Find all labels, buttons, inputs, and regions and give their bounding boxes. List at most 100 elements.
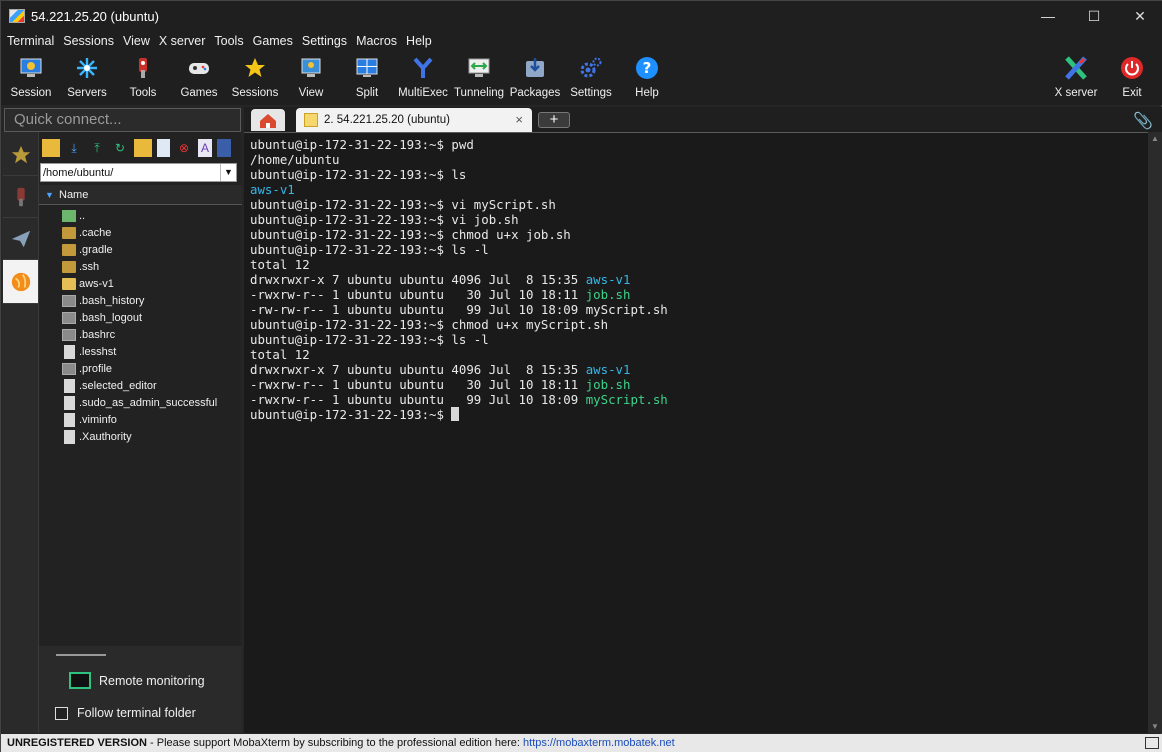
file-row[interactable]: .bash_logout [39, 310, 242, 327]
remote-monitoring-button[interactable]: Remote monitoring [69, 670, 205, 692]
tunneling-icon [468, 58, 490, 77]
tunneling-button[interactable]: Tunneling [451, 53, 507, 103]
file-row[interactable]: .Xauthority [39, 429, 242, 446]
rename-icon[interactable]: A [198, 139, 212, 157]
terminal-line: /home/ubuntu [250, 152, 1148, 167]
session-tab[interactable]: 2. 54.221.25.20 (ubuntu) × [296, 108, 532, 132]
mobatek-link[interactable]: https://mobaxterm.mobatek.net [523, 737, 675, 749]
bookmark-icon[interactable] [217, 139, 231, 157]
multiexec-label: MultiExec [398, 87, 448, 99]
file-name: aws-v1 [79, 278, 114, 290]
terminal-tab-icon [304, 113, 318, 127]
file-icon [64, 430, 75, 444]
menu-terminal[interactable]: Terminal [7, 34, 54, 48]
menu-macros[interactable]: Macros [356, 34, 397, 48]
exit-button[interactable]: Exit [1104, 53, 1160, 103]
tab-close-icon[interactable]: × [515, 108, 523, 132]
path-value: /home/ubuntu/ [43, 167, 114, 179]
file-name: .cache [79, 227, 112, 239]
quick-connect-input[interactable]: Quick connect... [4, 108, 241, 132]
path-input[interactable]: /home/ubuntu/ ▼ [40, 163, 237, 182]
tab-strip: 2. 54.221.25.20 (ubuntu) × + 📎 [244, 107, 1162, 132]
follow-terminal-label: Follow terminal folder [77, 706, 196, 720]
file-row[interactable]: .bashrc [39, 327, 242, 344]
menu-view[interactable]: View [123, 34, 150, 48]
terminal-text: aws-v1 [585, 362, 631, 377]
file-row[interactable]: .selected_editor [39, 378, 242, 395]
folder-icon [62, 227, 76, 239]
sidebar-tab-macros[interactable] [3, 218, 38, 260]
file-row[interactable]: .viminfo [39, 412, 242, 429]
refresh-icon[interactable]: ↻ [111, 139, 129, 157]
menu-x-server[interactable]: X server [159, 34, 206, 48]
tools-button[interactable]: Tools [115, 53, 171, 103]
servers-button[interactable]: Servers [59, 53, 115, 103]
monitoring-icon [69, 672, 91, 689]
scroll-up-icon[interactable]: ▲ [1150, 134, 1160, 143]
file-row[interactable]: .lesshst [39, 344, 242, 361]
terminal-line: ubuntu@ip-172-31-22-193:~$ ls -l [250, 242, 1148, 257]
sidebar-tab-sessions[interactable] [3, 134, 38, 176]
view-icon [301, 58, 321, 77]
new-file-icon[interactable] [157, 139, 170, 157]
window-icon[interactable] [1145, 737, 1159, 749]
svg-text:?: ? [643, 59, 652, 77]
xserver-button[interactable]: X server [1048, 53, 1104, 103]
star-icon [11, 145, 30, 163]
paperclip-icon[interactable]: 📎 [1133, 111, 1153, 131]
sidebar-tab-tools[interactable] [3, 176, 38, 218]
session-button[interactable]: Session [3, 53, 59, 103]
chevron-down-icon[interactable]: ▼ [220, 164, 236, 181]
follow-terminal-checkbox[interactable]: Follow terminal folder [55, 704, 196, 724]
terminal-output[interactable]: ubuntu@ip-172-31-22-193:~$ pwd/home/ubun… [244, 132, 1148, 733]
servers-label: Servers [67, 87, 107, 99]
file-row[interactable]: .gradle [39, 242, 242, 259]
file-row[interactable]: .ssh [39, 259, 242, 276]
terminal-text: drwxrwxr-x 7 ubuntu ubuntu 4096 Jul 8 15… [250, 362, 586, 377]
sidebar-tab-sftp[interactable] [3, 260, 38, 304]
folder-icon [62, 278, 76, 290]
download-icon[interactable]: ⤓ [65, 139, 83, 157]
file-row[interactable]: .. [39, 208, 242, 225]
terminal-line: ubuntu@ip-172-31-22-193:~$ ls [250, 167, 1148, 182]
help-button[interactable]: ? Help [619, 53, 675, 103]
menu-help[interactable]: Help [406, 34, 432, 48]
new-tab-button[interactable]: + [538, 112, 570, 128]
file-row[interactable]: .bash_history [39, 293, 242, 310]
close-button[interactable]: ✕ [1117, 1, 1162, 31]
menu-games[interactable]: Games [253, 34, 293, 48]
file-row[interactable]: .cache [39, 225, 242, 242]
file-name: .ssh [79, 261, 100, 273]
multiexec-button[interactable]: MultiExec [395, 53, 451, 103]
name-column-header[interactable]: ▼ Name [39, 185, 242, 205]
home-tab[interactable] [251, 109, 285, 131]
view-button[interactable]: View [283, 53, 339, 103]
window-title: 54.221.25.20 (ubuntu) [31, 8, 159, 24]
terminal-text: ubuntu@ip-172-31-22-193:~$ pwd [250, 137, 474, 152]
menu-tools[interactable]: Tools [214, 34, 243, 48]
file-row[interactable]: aws-v1 [39, 276, 242, 293]
upload-icon[interactable]: ⤒ [88, 139, 106, 157]
games-button[interactable]: Games [171, 53, 227, 103]
settings-button[interactable]: Settings [563, 53, 619, 103]
split-button[interactable]: Split [339, 53, 395, 103]
minimize-button[interactable]: — [1025, 1, 1071, 31]
checkbox[interactable] [55, 707, 68, 720]
new-folder-icon[interactable] [134, 139, 152, 157]
menu-sessions[interactable]: Sessions [63, 34, 114, 48]
terminal-text: ubuntu@ip-172-31-22-193:~$ ls -l [250, 242, 489, 257]
terminal-scrollbar[interactable]: ▲ ▼ [1148, 132, 1162, 733]
title-bar: 54.221.25.20 (ubuntu) — ☐ ✕ [1, 1, 1162, 31]
session-tab-label: 2. 54.221.25.20 (ubuntu) [324, 114, 450, 126]
packages-button[interactable]: Packages [507, 53, 563, 103]
parent-folder-icon[interactable] [42, 139, 60, 157]
sessions-button[interactable]: Sessions [227, 53, 283, 103]
maximize-button[interactable]: ☐ [1071, 1, 1117, 31]
scroll-down-icon[interactable]: ▼ [1150, 722, 1160, 731]
menu-settings[interactable]: Settings [302, 34, 347, 48]
file-row[interactable]: .profile [39, 361, 242, 378]
menu-bar: Terminal Sessions View X server Tools Ga… [1, 31, 1162, 51]
multiexec-icon [413, 57, 433, 78]
delete-icon[interactable]: ⊗ [175, 139, 193, 157]
file-row[interactable]: .sudo_as_admin_successful [39, 395, 242, 412]
